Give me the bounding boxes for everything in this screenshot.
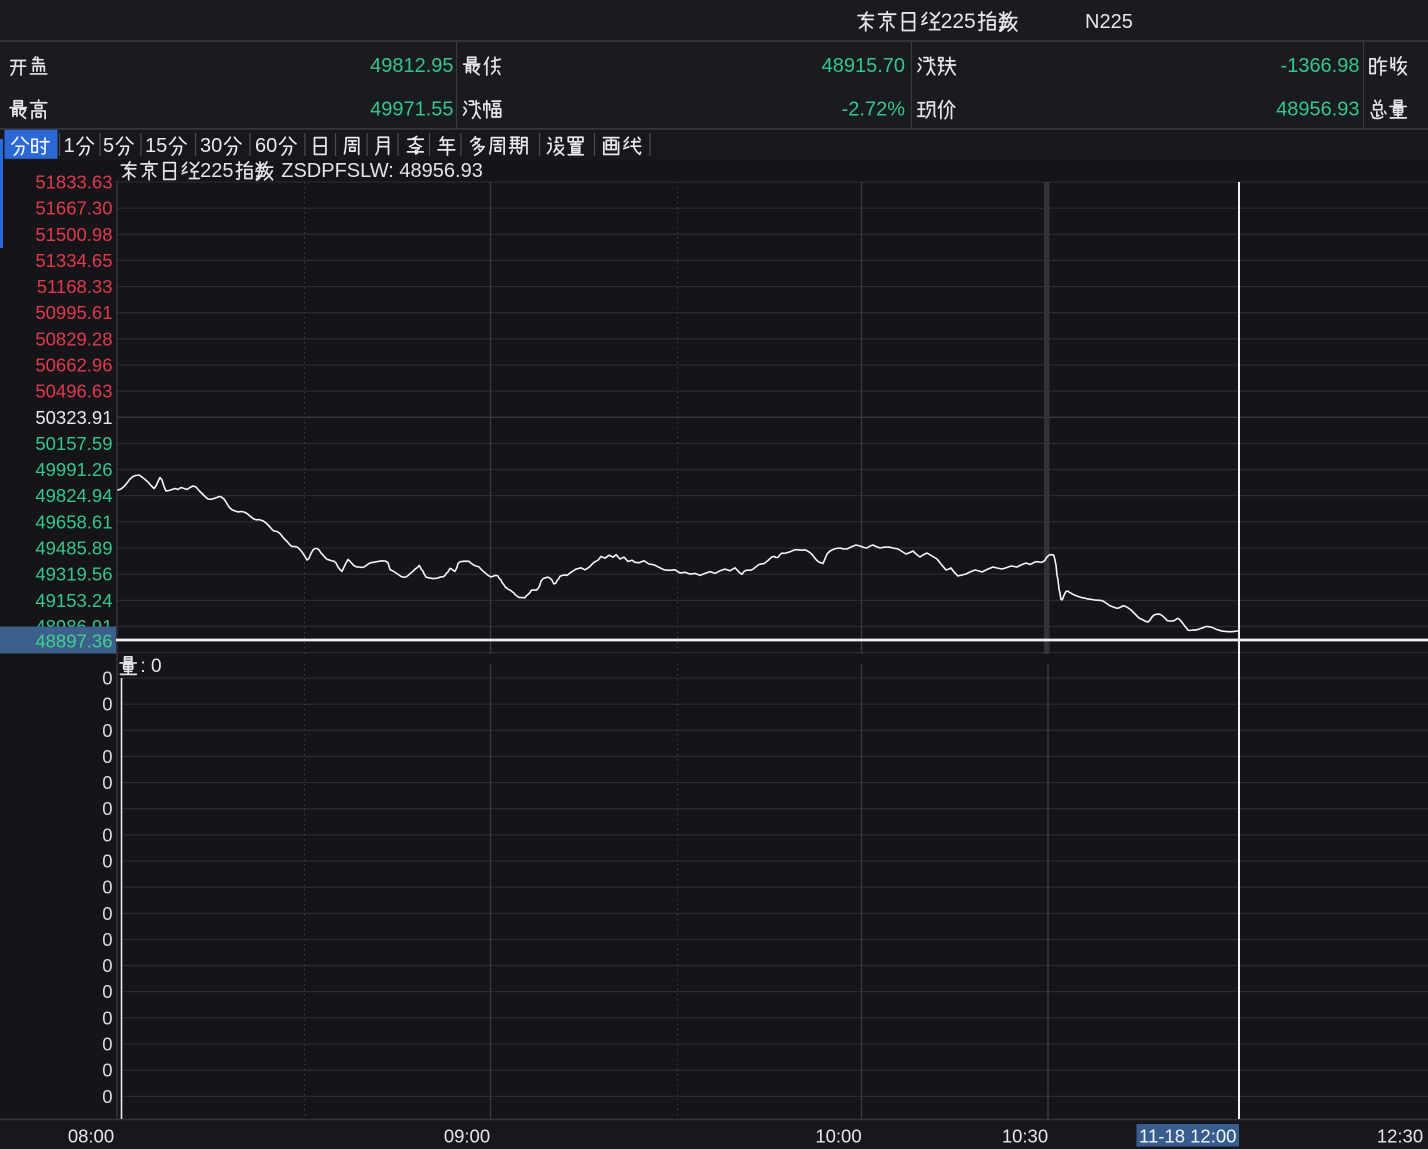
svg-text:50323.91: 50323.91 [35, 407, 112, 428]
svg-text:51500.98: 51500.98 [35, 224, 112, 245]
svg-text:0: 0 [102, 1034, 112, 1055]
svg-text:ZSDPFSLW: 48956.93: ZSDPFSLW: 48956.93 [281, 160, 483, 182]
svg-text:09:00: 09:00 [444, 1126, 490, 1147]
svg-text:0: 0 [102, 1086, 112, 1107]
svg-text:50662.96: 50662.96 [35, 355, 112, 376]
svg-text:-2.72%: -2.72% [842, 99, 906, 121]
svg-text:49991.26: 49991.26 [35, 459, 112, 480]
svg-text:225: 225 [200, 160, 233, 182]
svg-text:49971.55: 49971.55 [370, 99, 453, 121]
svg-text:15: 15 [145, 135, 167, 157]
svg-text:0: 0 [102, 798, 112, 819]
svg-text:48956.93: 48956.93 [1276, 99, 1359, 121]
svg-text:0: 0 [102, 772, 112, 793]
svg-text:50995.61: 50995.61 [35, 302, 112, 323]
svg-text:0: 0 [102, 981, 112, 1002]
svg-text:30: 30 [200, 135, 222, 157]
svg-text:48915.70: 48915.70 [822, 55, 905, 77]
svg-text:0: 0 [102, 746, 112, 767]
svg-text:-1366.98: -1366.98 [1281, 55, 1360, 77]
svg-text:50829.28: 50829.28 [35, 328, 112, 349]
svg-text:49153.24: 49153.24 [35, 590, 112, 611]
svg-text:49485.89: 49485.89 [35, 538, 112, 559]
svg-text:49812.95: 49812.95 [370, 55, 453, 77]
svg-text:50496.63: 50496.63 [35, 381, 112, 402]
svg-text:48897.36: 48897.36 [35, 631, 112, 652]
svg-text:49658.61: 49658.61 [35, 511, 112, 532]
svg-text:10:30: 10:30 [1002, 1126, 1048, 1147]
svg-text:50157.59: 50157.59 [35, 433, 112, 454]
svg-text:0: 0 [102, 929, 112, 950]
svg-text:0: 0 [102, 668, 112, 689]
svg-text:60: 60 [255, 135, 277, 157]
svg-text:0: 0 [102, 720, 112, 741]
svg-text:0: 0 [102, 694, 112, 715]
svg-text:5: 5 [103, 135, 114, 157]
svg-text:49824.94: 49824.94 [35, 485, 112, 506]
svg-text:51334.65: 51334.65 [35, 250, 112, 271]
svg-text:0: 0 [102, 851, 112, 872]
svg-text:11-18 12:00: 11-18 12:00 [1139, 1126, 1236, 1147]
svg-text:08:00: 08:00 [68, 1126, 114, 1147]
svg-text:0: 0 [102, 824, 112, 845]
svg-text:0: 0 [102, 903, 112, 924]
svg-text:1: 1 [64, 135, 75, 157]
svg-text:51833.63: 51833.63 [35, 172, 112, 193]
svg-text:N225: N225 [1085, 11, 1133, 33]
svg-text:0: 0 [102, 1060, 112, 1081]
svg-text:0: 0 [102, 955, 112, 976]
svg-text:225: 225 [941, 10, 976, 33]
svg-text:0: 0 [102, 1007, 112, 1028]
svg-text:10:00: 10:00 [815, 1126, 861, 1147]
svg-text:0: 0 [102, 877, 112, 898]
svg-text:49319.56: 49319.56 [35, 564, 112, 585]
svg-text:51168.33: 51168.33 [37, 276, 113, 297]
svg-text:12:30: 12:30 [1377, 1126, 1423, 1147]
svg-text:: 0: : 0 [140, 656, 161, 677]
svg-text:51667.30: 51667.30 [35, 198, 112, 219]
